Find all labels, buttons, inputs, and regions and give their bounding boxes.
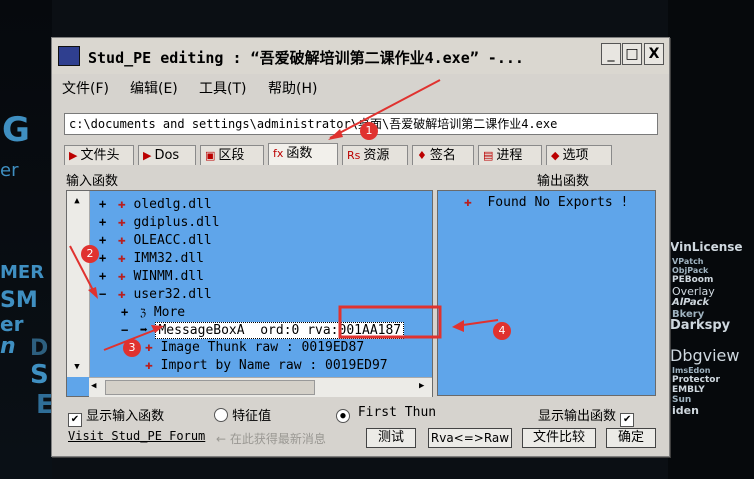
tab-functions[interactable]: fx 函数 <box>268 143 338 165</box>
tab-label: 进程 <box>496 148 523 163</box>
background-text: Darkspy <box>670 318 731 333</box>
background-text: VinLicense <box>670 240 743 254</box>
radio-icon <box>214 408 228 422</box>
show-import-checkbox[interactable]: ✔ 显示输入函数 <box>68 405 164 427</box>
background-text: ObjPack <box>672 266 709 275</box>
feature-radio[interactable]: 特征值 <box>214 405 271 424</box>
tab-icon: fx <box>273 147 284 160</box>
export-panel: ✚ Found No Exports ! <box>437 190 656 396</box>
tab-icon: ♦ <box>417 149 427 162</box>
tree-item-dll[interactable]: + ✚ gdiplus.dll <box>99 213 220 231</box>
tab-icon: ▣ <box>205 149 216 162</box>
background-text: Dbgview <box>670 346 740 365</box>
file-compare-button[interactable]: 文件比较 <box>522 428 596 448</box>
check-icon: ✔ <box>620 413 635 427</box>
minimize-button[interactable]: _ <box>601 43 621 65</box>
background-text: SM <box>0 288 38 313</box>
export-item[interactable]: ✚ Found No Exports ! <box>464 194 628 212</box>
tab-icon: Rs <box>347 149 361 162</box>
radio-selected-icon: ● <box>336 409 350 423</box>
menu-file[interactable]: 文件(F) <box>62 78 109 98</box>
tab-label: 函数 <box>286 146 313 161</box>
menu-edit[interactable]: 编辑(E) <box>130 78 178 98</box>
background-text: AlPack <box>672 297 710 308</box>
tree-item-byname[interactable]: ✚ Import by Name raw : 0019ED97 <box>145 357 388 375</box>
hint-text: ← 在此获得最新消息 <box>216 432 326 446</box>
tab-process[interactable]: ▤ 进程 <box>478 145 542 165</box>
annotation-marker-2: 2 <box>81 245 99 263</box>
background-text: G <box>2 110 30 150</box>
background-text: iden <box>672 404 699 417</box>
imports-label: 输入函数 <box>66 174 119 189</box>
menu-tools[interactable]: 工具(T) <box>199 78 246 98</box>
tab-signature[interactable]: ♦ 签名 <box>412 145 474 165</box>
tree-item-dll[interactable]: + ✚ WINMM.dll <box>99 267 204 285</box>
tab-label: Dos <box>154 148 180 163</box>
tab-resources[interactable]: Rs 资源 <box>342 145 408 165</box>
background-text: VPatch <box>672 257 704 266</box>
background-text: n <box>0 334 16 359</box>
background-text: er <box>0 160 19 181</box>
tab-icon: ▶ <box>143 149 152 162</box>
scroll-down-icon[interactable]: ▼ <box>68 359 86 375</box>
background-text: MER <box>0 262 45 283</box>
tab-options[interactable]: ◆ 选项 <box>546 145 612 165</box>
background-text: ImsEdon <box>672 366 711 375</box>
tab-dos[interactable]: ▶ Dos <box>138 145 196 165</box>
maximize-button[interactable]: □ <box>622 43 642 65</box>
tree-item-dll[interactable]: + ✚ oledlg.dll <box>99 195 212 213</box>
tab-label: 选项 <box>562 148 589 163</box>
background-text: D <box>30 336 49 361</box>
rva-raw-button[interactable]: Rva<=>Raw <box>428 428 512 448</box>
stud-pe-window: Stud_PE editing : “吾爱破解培训第二课作业4.exe” -..… <box>51 37 670 457</box>
menu-bar: 文件(F) 编辑(E) 工具(T) 帮助(H) <box>52 76 669 98</box>
tree-item-thunk[interactable]: ✚ Image Thunk raw : 0019ED87 <box>145 339 364 357</box>
scroll-thumb[interactable] <box>105 380 315 395</box>
tab-icon: ▶ <box>69 149 78 162</box>
app-icon <box>58 46 80 66</box>
tab-sections[interactable]: ▣ 区段 <box>200 145 264 165</box>
background-text: PEBoom <box>672 275 714 285</box>
check-icon: ✔ <box>68 413 82 427</box>
tab-label: 文件头 <box>80 148 120 163</box>
background-text: EMBLY <box>672 385 705 395</box>
scroll-up-icon[interactable]: ▲ <box>68 193 86 209</box>
tree-item-messageboxa[interactable]: − ➡ MessageBoxA ord:0 rva:001AA187 <box>121 321 405 339</box>
vertical-scrollbar[interactable]: ▲ ▼ <box>67 191 90 377</box>
ok-button[interactable]: 确定 <box>606 428 656 448</box>
scroll-left-icon[interactable]: ◀ <box>91 381 96 391</box>
annotation-marker-3: 3 <box>123 339 141 357</box>
tree-item-dll[interactable]: + ✚ OLEACC.dll <box>99 231 212 249</box>
tab-label: 资源 <box>363 148 390 163</box>
background-text: S <box>30 360 49 390</box>
annotation-marker-1: 1 <box>360 122 378 140</box>
tab-label: 区段 <box>218 148 245 163</box>
horizontal-scrollbar[interactable]: ◀ ▶ <box>89 377 432 397</box>
tab-icon: ◆ <box>551 149 560 162</box>
title-bar[interactable]: Stud_PE editing : “吾爱破解培训第二课作业4.exe” -..… <box>52 38 669 74</box>
visit-forum-link[interactable]: Visit Stud_PE Forum <box>68 429 205 443</box>
tree-item-more[interactable]: + ℨ More <box>121 303 185 321</box>
scroll-right-icon[interactable]: ▶ <box>419 381 424 391</box>
first-thunk-radio[interactable]: ● First Thun <box>336 405 436 423</box>
exports-label: 输出函数 <box>537 174 590 189</box>
tree-item-dll[interactable]: + ✚ IMM32.dll <box>99 249 204 267</box>
test-button[interactable]: 测试 <box>366 428 416 448</box>
window-title: Stud_PE editing : “吾爱破解培训第二课作业4.exe” -..… <box>88 49 524 67</box>
menu-help[interactable]: 帮助(H) <box>268 78 317 98</box>
show-export-checkbox[interactable]: 显示输出函数 ✔ <box>538 405 635 427</box>
import-tree-panel: ▲ ▼ + ✚ oledlg.dll + ✚ gdiplus.dll + ✚ O… <box>66 190 433 397</box>
close-button[interactable]: X <box>644 43 664 65</box>
tree-item-user32[interactable]: − ✚ user32.dll <box>99 285 212 303</box>
tab-icon: ▤ <box>483 149 494 162</box>
annotation-marker-4: 4 <box>493 322 511 340</box>
tab-file-header[interactable]: ▶ 文件头 <box>64 145 134 165</box>
background-text: er <box>0 312 24 336</box>
tab-label: 签名 <box>429 148 456 163</box>
background-text: Protector <box>672 375 720 385</box>
